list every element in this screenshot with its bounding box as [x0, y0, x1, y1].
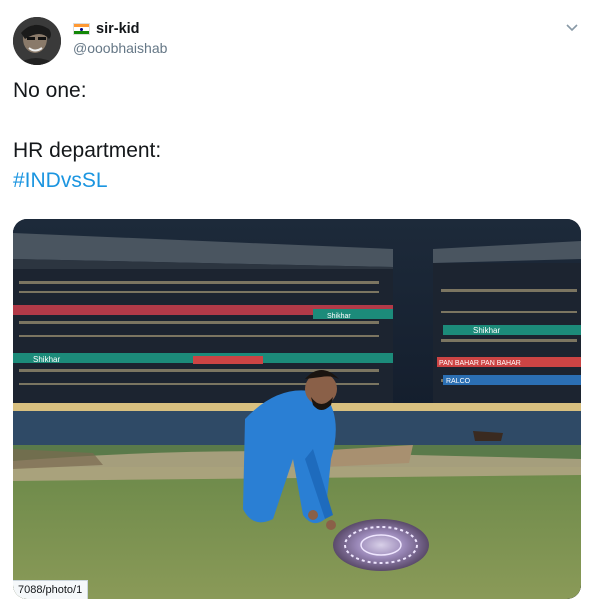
svg-text:Shikhar: Shikhar — [327, 313, 351, 320]
display-name[interactable]: sir-kid — [96, 21, 140, 37]
tweet-photo[interactable]: Shikhar Shikhar Shikhar PAN BAHAR PAN BA… — [13, 219, 581, 599]
chevron-down-icon — [566, 24, 578, 32]
hashtag-link[interactable]: #INDvsSL — [13, 166, 161, 196]
tweet-card[interactable]: sir-kid @ooobhaishab No one: HR departme… — [0, 0, 590, 599]
tweet-menu-button[interactable] — [564, 20, 580, 36]
svg-text:RALCO: RALCO — [446, 378, 471, 385]
avatar[interactable] — [13, 17, 61, 65]
svg-text:Shikhar: Shikhar — [33, 355, 60, 364]
tweet-line-2 — [13, 106, 161, 136]
india-flag-icon — [73, 23, 90, 35]
tweet-author[interactable]: sir-kid @ooobhaishab — [73, 19, 167, 56]
tweet-text: No one: HR department: #INDvsSL — [13, 76, 161, 196]
svg-text:PAN BAHAR PAN BAHAR: PAN BAHAR PAN BAHAR — [439, 360, 521, 367]
stadium-photo: Shikhar Shikhar Shikhar PAN BAHAR PAN BA… — [13, 219, 581, 599]
avatar-photo — [13, 17, 61, 65]
status-url[interactable]: 7088/photo/1 — [13, 580, 89, 599]
svg-text:Shikhar: Shikhar — [473, 326, 500, 335]
user-handle[interactable]: @ooobhaishab — [73, 40, 167, 56]
tweet-line-3: HR department: — [13, 139, 162, 162]
tweet-line-1: No one: — [13, 79, 87, 102]
